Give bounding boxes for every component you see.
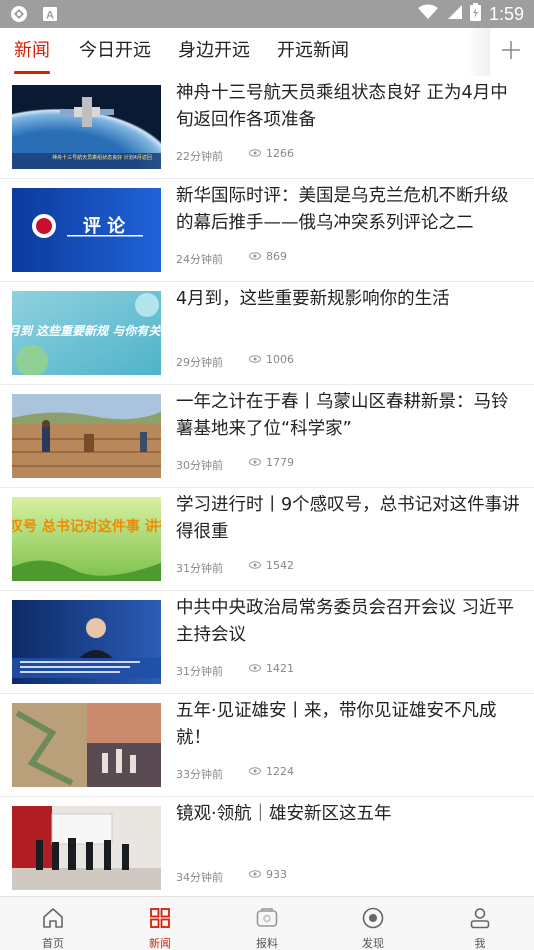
news-time: 24分钟前 [176,253,223,266]
eye-icon [249,250,261,263]
news-thumbnail [12,703,161,787]
tab-news[interactable]: 新闻 [14,38,50,74]
plus-icon [501,40,521,64]
news-item[interactable]: 一年之计在于春丨乌蒙山区春耕新景：马铃薯基地来了位“科学家” 30分钟前 177… [0,385,534,488]
news-thumbnail: 神舟十三号航天员乘组状态良好 计划4月返回 [12,85,161,169]
tab-kaiyuan-news[interactable]: 开远新闻 [277,38,349,74]
eye-icon [249,868,261,881]
news-time: 31分钟前 [176,665,223,678]
news-views: 1006 [249,353,294,366]
news-time: 29分钟前 [176,356,223,369]
news-thumbnail [12,394,161,478]
view-count: 1542 [266,559,294,572]
news-item[interactable]: 五年·见证雄安丨来，带你见证雄安不凡成就！ 33分钟前 1224 [0,694,534,797]
eye-icon [249,765,261,778]
news-thumbnail [12,600,161,684]
eye-icon [249,456,261,469]
view-count: 869 [266,250,287,263]
tab-scroll-fade [466,28,490,76]
tab-nearby-kaiyuan[interactable]: 身边开远 [178,38,250,74]
nav-discover[interactable]: 发现 [333,897,413,950]
news-item[interactable]: 评 论 新华国际时评：美国是乌克兰危机不断升级的幕后推手——俄乌冲突系列评论之二… [0,179,534,282]
news-time: 34分钟前 [176,871,223,884]
thumb-caption: 4月到 这些重要新规 与你有关！ [12,324,161,338]
tab-label: 开远新闻 [277,40,349,61]
news-time: 30分钟前 [176,459,223,472]
news-item[interactable]: 4月到 这些重要新规 与你有关！ 4月到，这些重要新规影响你的生活 29分钟前 … [0,282,534,385]
news-title: 镜观·领航｜雄安新区这五年 [176,804,392,824]
grid-icon [148,906,172,930]
nav-label: 报料 [256,937,278,950]
news-time: 31分钟前 [176,562,223,575]
thumb-caption: 评 论 [83,215,126,237]
notification-a-icon: A [42,6,58,26]
thumb-caption: 9个感叹号 总书记对这件事 讲得很重 [12,518,161,535]
news-views: 1421 [249,662,294,675]
thumb-caption: 神舟十三号航天员乘组状态良好 计划4月返回 [52,154,152,161]
tab-today-kaiyuan[interactable]: 今日开远 [79,38,151,74]
active-tab-indicator [14,71,50,74]
channel-tabs: 新闻 今日开远 身边开远 开远新闻 [0,28,534,76]
news-time: 33分钟前 [176,768,223,781]
news-title: 五年·见证雄安丨来，带你见证雄安不凡成就！ [176,701,497,748]
news-title: 新华国际时评：美国是乌克兰危机不断升级的幕后推手——俄乌冲突系列评论之二 [176,186,509,233]
news-item[interactable]: 中共中央政治局常务委员会召开会议 习近平主持会议 31分钟前 1421 [0,591,534,694]
app-icon [10,5,28,27]
eye-icon [249,662,261,675]
news-title: 神舟十三号航天员乘组状态良好 正为4月中旬返回作各项准备 [176,83,508,130]
nav-label: 新闻 [149,937,171,950]
tab-label: 身边开远 [178,40,250,61]
view-count: 1224 [266,765,294,778]
news-title: 中共中央政治局常务委员会召开会议 习近平主持会议 [176,598,515,645]
news-thumbnail: 评 论 [12,188,161,272]
news-views: 1266 [249,147,294,160]
bottom-navigation: 首页 新闻 报料 发现 我 [0,896,534,950]
news-item[interactable]: 神舟十三号航天员乘组状态良好 计划4月返回 神舟十三号航天员乘组状态良好 正为4… [0,76,534,179]
news-views: 933 [249,868,287,881]
discover-icon [361,906,385,930]
tab-label: 今日开远 [79,40,151,61]
news-item[interactable]: 镜观·领航｜雄安新区这五年 34分钟前 933 [0,797,534,900]
news-views: 1542 [249,559,294,572]
wifi-icon [417,4,438,25]
news-time: 22分钟前 [176,150,223,163]
nav-home[interactable]: 首页 [13,897,93,950]
news-views: 1779 [249,456,294,469]
news-title: 4月到，这些重要新规影响你的生活 [176,289,450,309]
home-icon [41,906,65,930]
nav-label: 首页 [42,937,64,950]
nav-me[interactable]: 我 [440,897,520,950]
view-count: 1006 [266,353,294,366]
news-views: 1224 [249,765,294,778]
news-views: 869 [249,250,287,263]
news-title: 学习进行时丨9个感叹号，总书记对这件事讲得很重 [176,495,520,542]
report-icon [255,906,279,930]
news-thumbnail [12,806,161,890]
eye-icon [249,147,261,160]
status-time: 1:59 [488,4,524,24]
eye-icon [249,559,261,572]
news-thumbnail: 9个感叹号 总书记对这件事 讲得很重 [12,497,161,581]
battery-icon [469,3,481,26]
profile-icon [468,906,492,930]
add-channel-button[interactable] [488,28,534,76]
nav-news[interactable]: 新闻 [120,897,200,950]
signal-icon [446,4,462,25]
nav-label: 发现 [362,937,384,950]
nav-report[interactable]: 报料 [227,897,307,950]
svg-text:A: A [46,10,54,22]
view-count: 1421 [266,662,294,675]
eye-icon [249,353,261,366]
tab-label: 新闻 [14,40,50,61]
status-bar: A 1:59 [0,0,534,28]
view-count: 933 [266,868,287,881]
news-title: 一年之计在于春丨乌蒙山区春耕新景：马铃薯基地来了位“科学家” [176,392,509,439]
nav-label: 我 [474,937,486,950]
news-item[interactable]: 9个感叹号 总书记对这件事 讲得很重 学习进行时丨9个感叹号，总书记对这件事讲得… [0,488,534,591]
view-count: 1779 [266,456,294,469]
view-count: 1266 [266,147,294,160]
news-thumbnail: 4月到 这些重要新规 与你有关！ [12,291,161,375]
